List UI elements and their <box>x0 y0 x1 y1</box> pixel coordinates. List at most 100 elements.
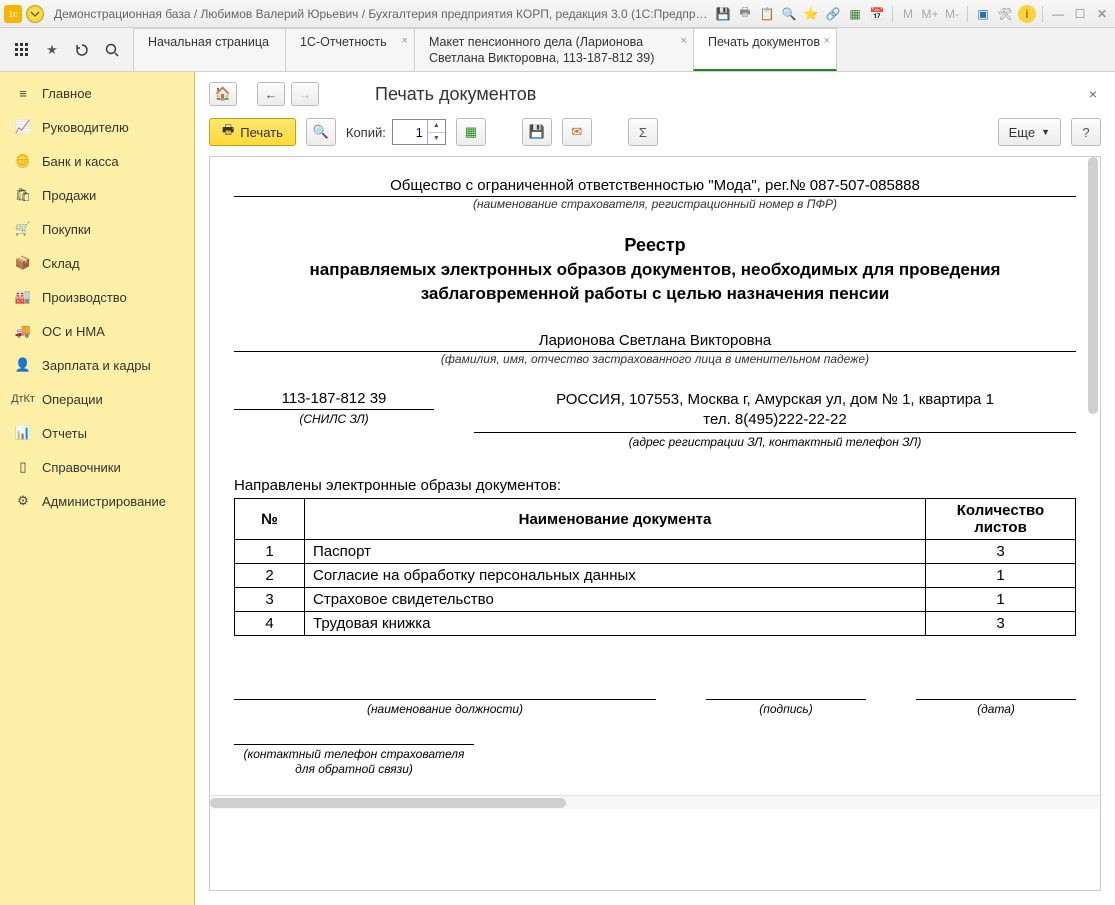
sidebar-item-hr[interactable]: 👤Зарплата и кадры <box>0 348 194 382</box>
sidebar-item-warehouse[interactable]: 📦Склад <box>0 246 194 280</box>
sidebar-item-label: Покупки <box>42 222 91 237</box>
sig-phone-caption: (контактный телефон страхователя для обр… <box>234 747 474 777</box>
sidebar-item-sales[interactable]: 🛍 Продажи <box>0 178 194 212</box>
sidebar-item-assets[interactable]: 🚚ОС и НМА <box>0 314 194 348</box>
sidebar-item-label: Продажи <box>42 188 96 203</box>
ops-icon: ДтКт <box>14 390 32 408</box>
home-button[interactable]: 🏠 <box>209 82 237 106</box>
tab-start-page[interactable]: Начальная страница <box>133 28 286 71</box>
th-count: Количество листов <box>926 499 1076 540</box>
horizontal-scrollbar[interactable] <box>210 795 1100 809</box>
sidebar-item-manager[interactable]: 📈 Руководителю <box>0 110 194 144</box>
close-tab-icon[interactable]: × <box>824 35 830 49</box>
close-window-button[interactable]: ✕ <box>1093 5 1111 23</box>
sidebar-item-label: Руководителю <box>42 120 129 135</box>
more-button-label: Еще <box>1009 125 1035 140</box>
tab-label: 1С-Отчетность <box>300 35 387 51</box>
cell-num: 3 <box>235 588 305 612</box>
copy-icon[interactable]: 📋 <box>758 5 776 23</box>
sidebar-item-label: Производство <box>42 290 127 305</box>
dropdown-circle-icon[interactable] <box>26 5 44 23</box>
tab-print-documents[interactable]: Печать документов × <box>693 28 837 71</box>
org-title: Общество с ограниченной ответственностью… <box>234 175 1076 197</box>
documents-table: № Наименование документа Количество лист… <box>234 498 1076 636</box>
copies-stepper[interactable]: ▲ ▼ <box>392 119 446 145</box>
vertical-scrollbar[interactable] <box>1088 157 1098 414</box>
help-button[interactable]: ? <box>1071 118 1101 146</box>
minimize-button[interactable]: — <box>1049 5 1067 23</box>
star-icon[interactable]: ★ <box>42 40 62 60</box>
sidebar-item-label: Операции <box>42 392 103 407</box>
doc-heading-2: направляемых электронных образов докумен… <box>270 258 1040 306</box>
app-logo-icon: 1c <box>4 5 22 23</box>
cell-name: Трудовая книжка <box>305 612 926 636</box>
sidebar-item-bank[interactable]: 🪙Банк и касса <box>0 144 194 178</box>
cell-num: 1 <box>235 540 305 564</box>
bag-icon: 🛍 <box>14 186 32 204</box>
panels-icon[interactable]: ▣ <box>974 5 992 23</box>
table-row: 1 Паспорт 3 <box>235 540 1076 564</box>
search-icon[interactable] <box>102 40 122 60</box>
copies-input[interactable] <box>393 120 427 144</box>
more-button[interactable]: Еще ▼ <box>998 118 1061 146</box>
sig-date-caption: (дата) <box>916 702 1076 717</box>
factory-icon: 🏭 <box>14 288 32 306</box>
table-row: 3 Страховое свидетельство 1 <box>235 588 1076 612</box>
apps-grid-icon[interactable] <box>12 40 32 60</box>
save-icon[interactable]: 💾 <box>714 5 732 23</box>
tab-label: Начальная страница <box>148 35 269 51</box>
mem-mminus[interactable]: M- <box>943 5 961 23</box>
printer-icon: 🖶 <box>222 121 234 143</box>
sidebar-item-operations[interactable]: ДтКт Операции <box>0 382 194 416</box>
sidebar-item-reports[interactable]: 📊Отчеты <box>0 416 194 450</box>
tab-pension-layout[interactable]: Макет пенсионного дела (Ларионова Светла… <box>414 28 694 71</box>
close-tab-icon[interactable]: × <box>681 35 687 49</box>
sidebar-item-purchases[interactable]: 🛒Покупки <box>0 212 194 246</box>
window-title: Демонстрационная база / Любимов Валерий … <box>48 7 714 21</box>
table-row: 2 Согласие на обработку персональных дан… <box>235 564 1076 588</box>
insured-person-caption: (фамилия, имя, отчество застрахованного … <box>234 352 1076 366</box>
snils-caption: (СНИЛС ЗЛ) <box>234 412 434 426</box>
save-file-button[interactable]: 💾 <box>522 118 552 146</box>
close-tab-icon[interactable]: × <box>402 35 408 49</box>
preview-button[interactable]: 🔍 <box>306 118 336 146</box>
copies-step-up[interactable]: ▲ <box>428 120 445 133</box>
tab-1c-reporting[interactable]: 1С-Отчетность × <box>285 28 415 71</box>
sidebar-item-label: Банк и касса <box>42 154 119 169</box>
close-page-button[interactable]: × <box>1085 82 1101 106</box>
print-button[interactable]: 🖶 Печать <box>209 118 296 146</box>
document-body: Общество с ограниченной ответственностью… <box>210 157 1100 795</box>
page-setup-button[interactable]: ▦ <box>456 118 486 146</box>
sidebar-item-production[interactable]: 🏭 Производство <box>0 280 194 314</box>
mem-mplus[interactable]: M+ <box>921 5 939 23</box>
link-icon[interactable]: 🔗 <box>824 5 842 23</box>
document-viewport[interactable]: Общество с ограниченной ответственностью… <box>209 156 1101 891</box>
chevron-down-icon: ▼ <box>1041 127 1050 137</box>
compare-icon[interactable]: 🔍 <box>780 5 798 23</box>
send-mail-button[interactable]: ✉ <box>562 118 592 146</box>
mem-m[interactable]: M <box>899 5 917 23</box>
insured-person: Ларионова Светлана Викторовна <box>234 330 1076 352</box>
calc-icon[interactable]: ▦ <box>846 5 864 23</box>
sidebar-item-admin[interactable]: ⚙Администрирование <box>0 484 194 518</box>
print-icon[interactable]: 🖶 <box>736 5 754 23</box>
chart-icon: 📊 <box>14 424 32 442</box>
table-row: 4 Трудовая книжка 3 <box>235 612 1076 636</box>
page-title: Печать документов <box>375 84 536 105</box>
info-icon[interactable]: i <box>1018 5 1036 23</box>
maximize-button[interactable]: ☐ <box>1071 5 1089 23</box>
sidebar-item-directories[interactable]: ▯Справочники <box>0 450 194 484</box>
favorite-icon[interactable]: ⭐ <box>802 5 820 23</box>
tools-icon[interactable]: 🛠 <box>996 5 1014 23</box>
sum-button[interactable]: Σ <box>628 118 658 146</box>
forward-button[interactable]: → <box>291 82 319 106</box>
trend-icon: 📈 <box>14 118 32 136</box>
copies-label: Копий: <box>346 125 386 140</box>
back-button[interactable]: ← <box>257 82 285 106</box>
truck-icon: 🚚 <box>14 322 32 340</box>
calendar-icon[interactable]: 📅 <box>868 5 886 23</box>
sidebar-item-main[interactable]: ≡Главное <box>0 76 194 110</box>
history-icon[interactable] <box>72 40 92 60</box>
doc-heading-1: Реестр <box>234 235 1076 256</box>
copies-step-down[interactable]: ▼ <box>428 133 445 145</box>
